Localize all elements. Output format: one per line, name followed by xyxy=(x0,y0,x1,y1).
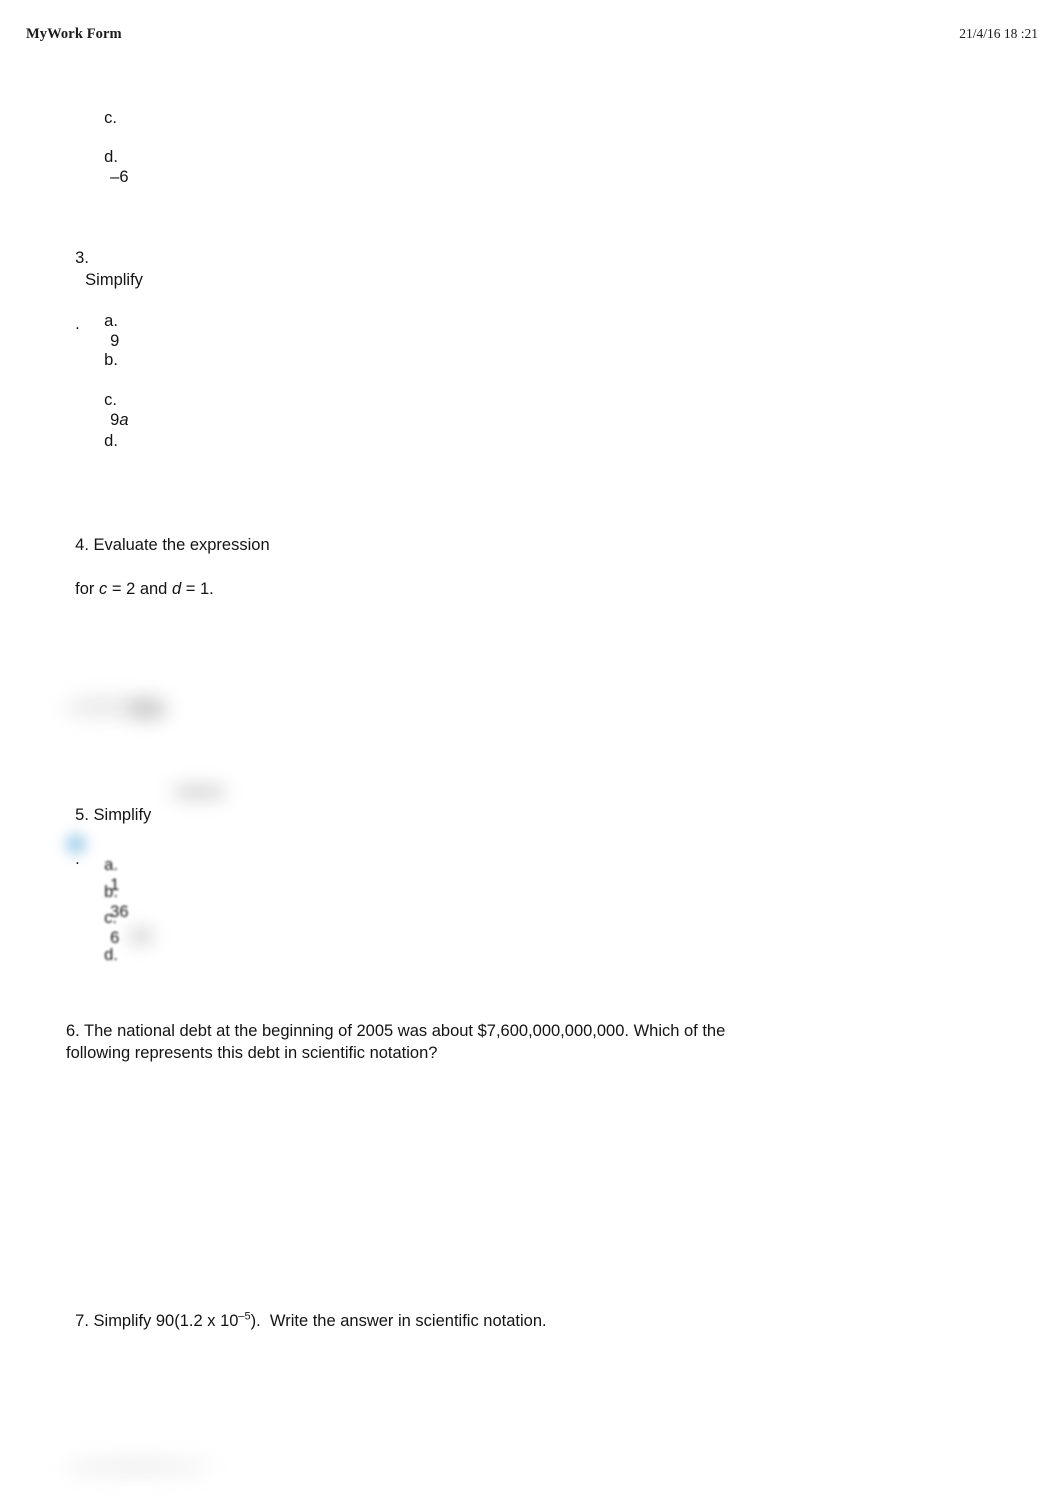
question-4-eq-d: = 1. xyxy=(181,580,214,598)
option-label-c: c. xyxy=(104,391,118,409)
question-4-prompt: 4. Evaluate the expression for c = 2 and… xyxy=(66,512,270,600)
option-label-d: d. xyxy=(104,946,118,964)
question-4-eq-c: = 2 and xyxy=(107,580,172,598)
question-4-for: for xyxy=(75,580,100,598)
option-label-d: d. xyxy=(104,432,118,450)
blur-artifact xyxy=(62,1462,212,1472)
blur-artifact xyxy=(128,698,168,720)
option-label-d: d. xyxy=(104,148,118,166)
question-7-text-before: 7. Simplify 90(1.2 x 10 xyxy=(75,1312,239,1330)
list-item: d. xyxy=(95,411,118,471)
option-label-b: b. xyxy=(104,351,118,369)
header-timestamp: 21/4/16 18 :21 xyxy=(959,26,1038,41)
question-7-text-after: ). Write the answer in scientific notati… xyxy=(250,1312,547,1330)
option-label-c: c. xyxy=(104,109,118,127)
question-3-number: 3. xyxy=(75,249,89,267)
selection-marker-icon xyxy=(64,832,88,856)
blur-artifact xyxy=(170,784,228,800)
option-value-d: –6 xyxy=(110,168,129,186)
question-7-prompt: 7. Simplify 90(1.2 x 10–5). Write the an… xyxy=(66,1288,547,1332)
option-value-c-variable: a xyxy=(119,411,129,429)
list-item: d. xyxy=(95,925,118,985)
blur-artifact xyxy=(128,928,154,944)
question-6-line-2: following represents this debt in scient… xyxy=(66,1044,438,1062)
question-4-text: 4. Evaluate the expression xyxy=(75,536,270,554)
question-3-period: . xyxy=(75,315,80,333)
question-5-text: 5. Simplify xyxy=(75,806,152,824)
list-item: d. –6 xyxy=(95,127,129,187)
blur-artifact xyxy=(62,700,162,714)
question-7-exponent: –5 xyxy=(238,1310,251,1323)
question-6-line-1: 6. The national debt at the beginning of… xyxy=(66,1022,726,1040)
option-label-a: a. xyxy=(104,312,118,330)
variable-d: d xyxy=(171,580,182,598)
question-6-prompt: 6. The national debt at the beginning of… xyxy=(66,1020,866,1064)
document-title: MyWork Form xyxy=(26,26,122,42)
question-3-text: Simplify xyxy=(85,271,143,289)
page-header: MyWork Form 21/4/16 18 :21 xyxy=(0,26,1062,48)
